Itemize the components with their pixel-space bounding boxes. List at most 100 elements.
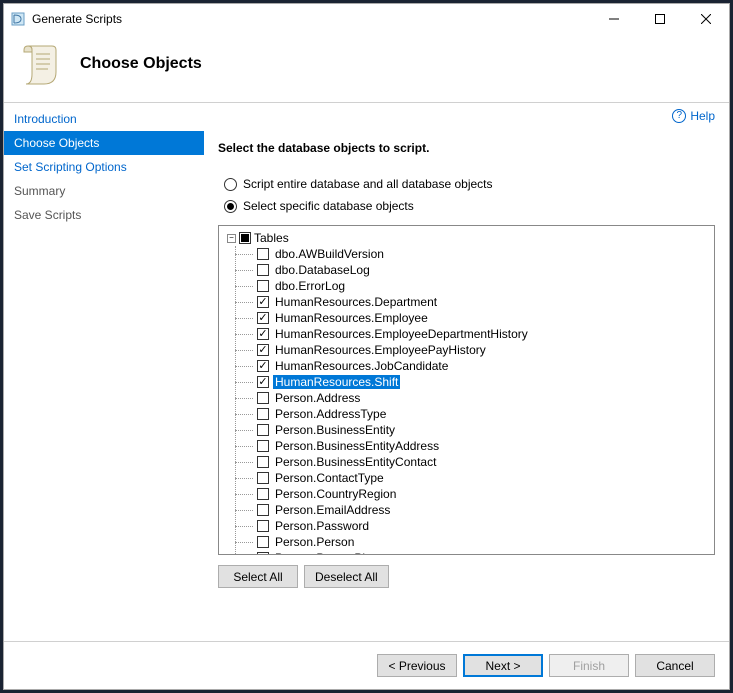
tree-item[interactable]: Person.BusinessEntityContact	[236, 454, 712, 470]
minimize-button[interactable]	[591, 4, 637, 34]
app-icon	[10, 11, 26, 27]
tree-item[interactable]: HumanResources.EmployeePayHistory	[236, 342, 712, 358]
checkbox[interactable]	[257, 264, 269, 276]
help-label: Help	[690, 109, 715, 123]
wizard-header: Choose Objects	[4, 34, 729, 103]
close-button[interactable]	[683, 4, 729, 34]
collapse-icon[interactable]: −	[227, 234, 236, 243]
checkbox[interactable]	[257, 328, 269, 340]
tree-item[interactable]: Person.EmailAddress	[236, 502, 712, 518]
checkbox[interactable]	[257, 280, 269, 292]
checkbox[interactable]	[257, 360, 269, 372]
tree-item-label: Person.ContactType	[273, 471, 386, 485]
radio-icon	[224, 200, 237, 213]
checkbox[interactable]	[257, 472, 269, 484]
checkbox[interactable]	[257, 520, 269, 532]
wizard-main: ? Help Select the database objects to sc…	[204, 103, 729, 641]
page-title: Choose Objects	[80, 55, 202, 73]
previous-button[interactable]: < Previous	[377, 654, 457, 677]
tree-item-label: Person.PersonPhone	[273, 551, 391, 554]
object-tree: − Tables dbo.AWBuildVersion dbo.DatabaseL…	[218, 225, 715, 555]
tree-item[interactable]: Person.AddressType	[236, 406, 712, 422]
finish-button: Finish	[549, 654, 629, 677]
tree-root-tables[interactable]: − Tables	[221, 230, 712, 246]
tree-item-label: Person.AddressType	[273, 407, 388, 421]
select-all-button[interactable]: Select All	[218, 565, 298, 588]
tree-item-label: HumanResources.Department	[273, 295, 439, 309]
checkbox[interactable]	[257, 408, 269, 420]
tree-item[interactable]: Person.Password	[236, 518, 712, 534]
tree-item[interactable]: HumanResources.EmployeeDepartmentHistory	[236, 326, 712, 342]
tree-item[interactable]: Person.ContactType	[236, 470, 712, 486]
maximize-button[interactable]	[637, 4, 683, 34]
sidebar-item-label: Save Scripts	[14, 208, 81, 222]
tree-item[interactable]: Person.CountryRegion	[236, 486, 712, 502]
tree-item-label: HumanResources.EmployeeDepartmentHistory	[273, 327, 530, 341]
tree-item-label: HumanResources.JobCandidate	[273, 359, 450, 373]
tree-item-label: Person.Person	[273, 535, 356, 549]
sidebar-item-label: Choose Objects	[14, 136, 99, 150]
checkbox[interactable]	[257, 552, 269, 554]
radio-script-all[interactable]: Script entire database and all database …	[224, 177, 715, 191]
tree-item-label: dbo.ErrorLog	[273, 279, 347, 293]
next-button[interactable]: Next >	[463, 654, 543, 677]
tree-item-label: Person.BusinessEntityAddress	[273, 439, 441, 453]
radio-icon	[224, 178, 237, 191]
checkbox[interactable]	[257, 504, 269, 516]
sidebar-item-introduction[interactable]: Introduction	[4, 107, 204, 131]
help-link[interactable]: ? Help	[672, 109, 715, 123]
checkbox[interactable]	[257, 296, 269, 308]
tree-item[interactable]: dbo.DatabaseLog	[236, 262, 712, 278]
tree-item[interactable]: dbo.ErrorLog	[236, 278, 712, 294]
tree-item[interactable]: HumanResources.JobCandidate	[236, 358, 712, 374]
sidebar-item-label: Summary	[14, 184, 65, 198]
checkbox[interactable]	[257, 456, 269, 468]
tree-item[interactable]: HumanResources.Shift	[236, 374, 712, 390]
checkbox[interactable]	[257, 424, 269, 436]
window-title: Generate Scripts	[32, 12, 122, 26]
script-icon	[18, 40, 66, 88]
section-title: Select the database objects to script.	[218, 141, 715, 155]
tree-item[interactable]: HumanResources.Department	[236, 294, 712, 310]
tree-item-label: Person.BusinessEntityContact	[273, 455, 438, 469]
tree-item[interactable]: Person.Address	[236, 390, 712, 406]
sidebar-item-summary[interactable]: Summary	[4, 179, 204, 203]
checkbox[interactable]	[257, 376, 269, 388]
sidebar-item-save-scripts[interactable]: Save Scripts	[4, 203, 204, 227]
tree-item-label: Person.BusinessEntity	[273, 423, 397, 437]
checkbox[interactable]	[257, 344, 269, 356]
sidebar-item-label: Introduction	[14, 112, 77, 126]
tree-item-label: dbo.DatabaseLog	[273, 263, 372, 277]
tree-item[interactable]: HumanResources.Employee	[236, 310, 712, 326]
tree-item-label: HumanResources.Shift	[273, 375, 400, 389]
checkbox[interactable]	[257, 536, 269, 548]
checkbox-tables-root[interactable]	[239, 232, 251, 244]
wizard-sidebar: Introduction Choose Objects Set Scripting …	[4, 103, 204, 641]
checkbox[interactable]	[257, 248, 269, 260]
tree-scroll[interactable]: − Tables dbo.AWBuildVersion dbo.DatabaseL…	[219, 226, 714, 554]
sidebar-item-set-scripting-options[interactable]: Set Scripting Options	[4, 155, 204, 179]
help-icon: ?	[672, 109, 686, 123]
tree-item-label: Person.Password	[273, 519, 371, 533]
radio-script-specific[interactable]: Select specific database objects	[224, 199, 715, 213]
tree-item[interactable]: Person.PersonPhone	[236, 550, 712, 554]
checkbox[interactable]	[257, 488, 269, 500]
checkbox[interactable]	[257, 312, 269, 324]
checkbox[interactable]	[257, 440, 269, 452]
sidebar-item-choose-objects[interactable]: Choose Objects	[4, 131, 204, 155]
tree-item[interactable]: dbo.AWBuildVersion	[236, 246, 712, 262]
cancel-button[interactable]: Cancel	[635, 654, 715, 677]
tree-item-label: HumanResources.EmployeePayHistory	[273, 343, 488, 357]
deselect-all-button[interactable]: Deselect All	[304, 565, 389, 588]
radio-specific-label: Select specific database objects	[243, 199, 414, 213]
checkbox[interactable]	[257, 392, 269, 404]
radio-all-label: Script entire database and all database …	[243, 177, 493, 191]
generate-scripts-window: Generate Scripts Choose	[3, 3, 730, 690]
sidebar-item-label: Set Scripting Options	[14, 160, 127, 174]
tree-root-label: Tables	[254, 231, 289, 245]
tree-item[interactable]: Person.BusinessEntity	[236, 422, 712, 438]
wizard-footer: < Previous Next > Finish Cancel	[4, 641, 729, 689]
tree-item[interactable]: Person.Person	[236, 534, 712, 550]
tree-item-label: dbo.AWBuildVersion	[273, 247, 386, 261]
tree-item[interactable]: Person.BusinessEntityAddress	[236, 438, 712, 454]
